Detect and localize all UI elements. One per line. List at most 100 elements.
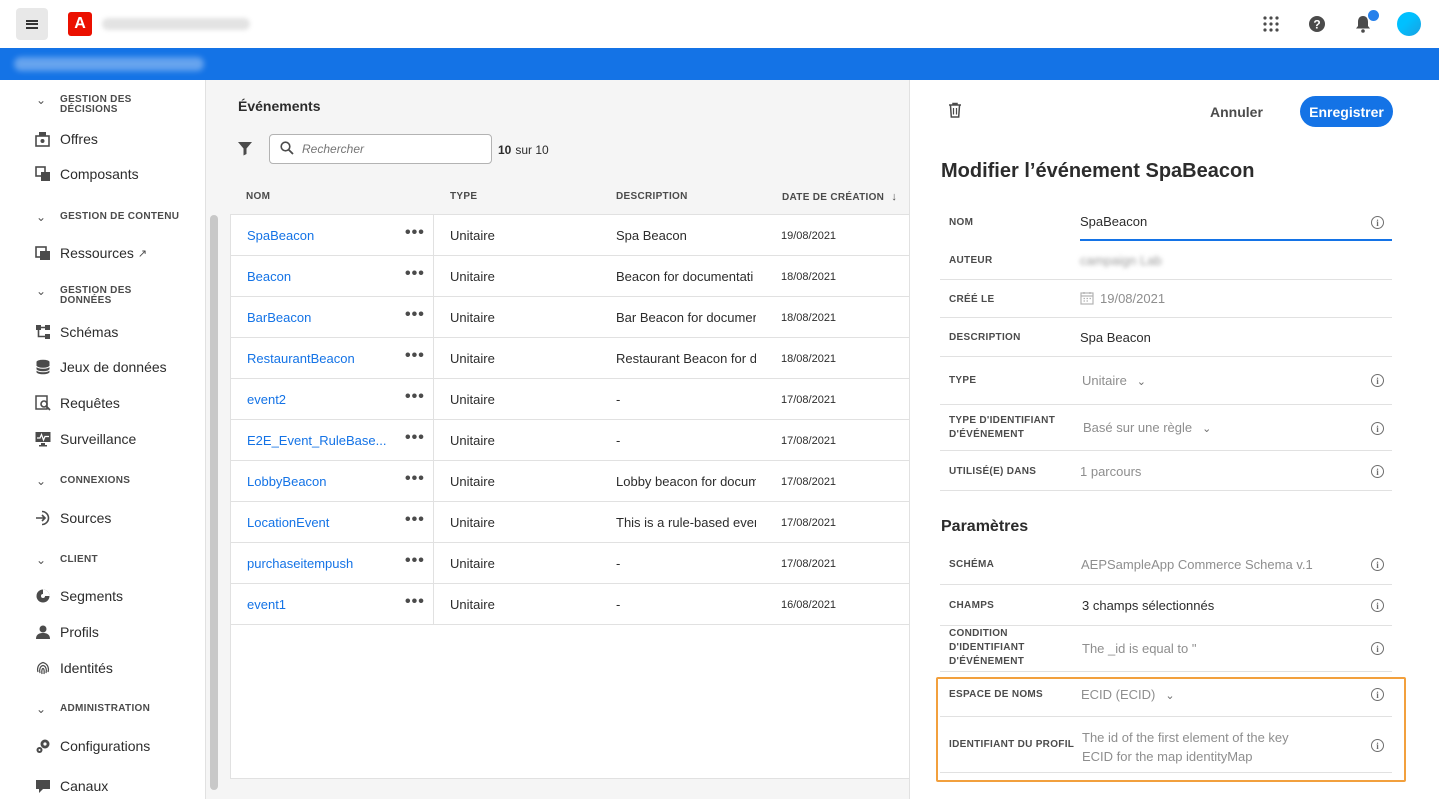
events-list-pane: Événements 10sur 10 NOM TYPE DESCRIPTION… [229, 80, 910, 799]
sidebar-item-datasets[interactable]: Jeux de données [34, 358, 167, 376]
name-input[interactable]: SpaBeacon [1080, 214, 1147, 229]
info-icon[interactable]: i [1371, 465, 1384, 478]
field-label: UTILISÉ(E) DANS [949, 466, 1037, 477]
sidebar-section-data[interactable]: ⌄ GESTION DES DONNÉES [36, 284, 132, 306]
sidebar-item-profils[interactable]: Profils [34, 623, 99, 641]
more-actions-icon[interactable]: ••• [405, 429, 425, 447]
info-icon[interactable]: i [1371, 422, 1384, 435]
chevron-down-icon: ⌄ [36, 284, 47, 298]
event-name-link[interactable]: event2 [247, 392, 387, 407]
sidebar-section-decisions[interactable]: ⌄ GESTION DES DÉCISIONS [36, 94, 132, 115]
field-row-created: CRÉÉ LE 19/08/2021 [940, 280, 1392, 318]
sidebar-section-administration[interactable]: ⌄ ADMINISTRATION [36, 703, 150, 715]
sidebar-section-client[interactable]: ⌄ CLIENT [36, 554, 98, 566]
id-type-dropdown[interactable]: Basé sur une règle ⌄ [1083, 420, 1211, 435]
event-name-link[interactable]: Beacon [247, 269, 387, 284]
svg-text:?: ? [1313, 18, 1320, 32]
sidebar-section-connections[interactable]: ⌄ CONNEXIONS [36, 475, 131, 487]
table-row[interactable]: E2E_Event_RuleBase... ••• Unitaire - 17/… [231, 420, 910, 461]
event-name-link[interactable]: event1 [247, 597, 387, 612]
author-value: campaign Lab [1080, 253, 1162, 268]
more-actions-icon[interactable]: ••• [405, 470, 425, 488]
bell-icon[interactable] [1351, 10, 1379, 38]
table-row[interactable]: event1 ••• Unitaire - 16/08/2021 [231, 584, 910, 625]
info-icon[interactable]: i [1371, 558, 1384, 571]
more-actions-icon[interactable]: ••• [405, 552, 425, 570]
help-icon[interactable]: ? [1305, 10, 1329, 38]
event-name-link[interactable]: purchaseitempush [247, 556, 387, 571]
event-name-link[interactable]: LocationEvent [247, 515, 387, 530]
more-actions-icon[interactable]: ••• [405, 593, 425, 611]
hamburger-menu-button[interactable] [16, 8, 48, 40]
info-icon[interactable]: i [1371, 599, 1384, 612]
filter-icon[interactable] [237, 140, 253, 159]
table-row[interactable]: event2 ••• Unitaire - 17/08/2021 [231, 379, 910, 420]
sidebar-item-sources[interactable]: Sources [34, 509, 111, 527]
info-icon[interactable]: i [1371, 216, 1384, 229]
sidebar-item-offres[interactable]: Offres [34, 130, 98, 148]
description-input[interactable]: Spa Beacon [1080, 330, 1151, 345]
event-name-link[interactable]: RestaurantBeacon [247, 351, 387, 366]
calendar-icon [1080, 291, 1094, 308]
search-field[interactable] [269, 134, 492, 164]
more-actions-icon[interactable]: ••• [405, 388, 425, 406]
sidebar-item-identites[interactable]: Identités [34, 659, 113, 677]
apps-grid-icon[interactable] [1259, 10, 1283, 38]
more-actions-icon[interactable]: ••• [405, 224, 425, 242]
sidebar-item-surveillance[interactable]: Surveillance [34, 430, 136, 448]
type-dropdown[interactable]: Unitaire ⌄ [1082, 373, 1146, 388]
context-bar [0, 48, 1439, 80]
section-title: CONNEXIONS [60, 475, 131, 486]
event-name-link[interactable]: SpaBeacon [247, 228, 387, 243]
event-name-link[interactable]: BarBeacon [247, 310, 387, 325]
table-row[interactable]: LobbyBeacon ••• Unitaire Lobby beacon fo… [231, 461, 910, 502]
column-header-name[interactable]: NOM [246, 191, 270, 202]
sidebar-scrollbar-thumb[interactable] [210, 215, 218, 790]
info-icon[interactable]: i [1371, 374, 1384, 387]
monitoring-icon [34, 430, 52, 448]
sidebar-item-configurations[interactable]: Configurations [34, 737, 150, 755]
event-name-link[interactable]: LobbyBeacon [247, 474, 387, 489]
sidebar-item-requetes[interactable]: Requêtes [34, 394, 120, 412]
table-row[interactable]: LocationEvent ••• Unitaire This is a rul… [231, 502, 910, 543]
section-title: CLIENT [60, 554, 98, 565]
event-name-link[interactable]: E2E_Event_RuleBase... [247, 433, 387, 448]
table-row[interactable]: BarBeacon ••• Unitaire Bar Beacon for do… [231, 297, 910, 338]
field-label: DESCRIPTION [949, 332, 1021, 343]
sidebar-item-canaux[interactable]: Canaux [34, 777, 108, 795]
sidebar-item-ressources[interactable]: Ressources ↗ [34, 244, 147, 262]
section-title: DÉCISIONS [60, 104, 118, 115]
sidebar-item-composants[interactable]: Composants [34, 165, 139, 183]
schemas-icon [34, 323, 52, 341]
table-row[interactable]: Beacon ••• Unitaire Beacon for documenta… [231, 256, 910, 297]
column-header-description[interactable]: DESCRIPTION [616, 191, 688, 202]
table-row[interactable]: RestaurantBeacon ••• Unitaire Restaurant… [231, 338, 910, 379]
sandbox-switcher-blurred[interactable] [14, 57, 204, 71]
table-row[interactable]: purchaseitempush ••• Unitaire - 17/08/20… [231, 543, 910, 584]
trash-icon[interactable] [948, 102, 962, 121]
more-actions-icon[interactable]: ••• [405, 347, 425, 365]
cancel-button[interactable]: Annuler [1210, 104, 1263, 120]
sidebar-item-label: Configurations [60, 738, 151, 754]
adobe-logo[interactable]: A [68, 12, 92, 36]
info-icon[interactable]: i [1371, 642, 1384, 655]
sidebar-section-content[interactable]: ⌄ GESTION DE CONTENU [36, 211, 179, 223]
fields-value[interactable]: 3 champs sélectionnés [1082, 598, 1214, 613]
column-header-date[interactable]: DATE DE CRÉATION ↓ [782, 191, 897, 203]
column-header-type[interactable]: TYPE [450, 191, 477, 202]
sidebar-item-schemas[interactable]: Schémas [34, 323, 118, 341]
more-actions-icon[interactable]: ••• [405, 306, 425, 324]
event-description: Lobby beacon for docum [616, 474, 756, 489]
sidebar-item-segments[interactable]: Segments [34, 587, 123, 605]
more-actions-icon[interactable]: ••• [405, 265, 425, 283]
search-input[interactable] [302, 142, 472, 156]
event-date: 17/08/2021 [781, 435, 837, 447]
event-date: 17/08/2021 [781, 394, 837, 406]
avatar[interactable] [1397, 12, 1421, 36]
field-label: SCHÉMA [949, 559, 995, 570]
save-button[interactable]: Enregistrer [1300, 96, 1393, 127]
more-actions-icon[interactable]: ••• [405, 511, 425, 529]
used-in-value[interactable]: 1 parcours [1080, 464, 1141, 479]
event-date: 17/08/2021 [781, 558, 837, 570]
table-row[interactable]: SpaBeacon ••• Unitaire Spa Beacon 19/08/… [231, 215, 910, 256]
